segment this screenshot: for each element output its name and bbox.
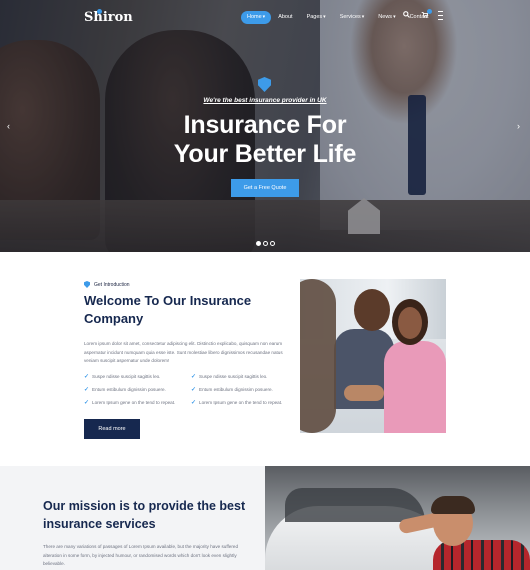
checklist-item: ✓ Entum estibulum dignissim posuere. <box>191 385 294 393</box>
check-icon: ✓ <box>191 386 197 393</box>
checklist-item: ✓ Lorem Ipsum gene on the tend to repeat. <box>191 398 294 406</box>
shield-icon <box>84 281 90 288</box>
mission-photo <box>265 466 530 570</box>
check-icon: ✓ <box>191 373 197 380</box>
slider-dot[interactable] <box>256 241 261 246</box>
section-eyebrow: Get Introduction <box>84 281 130 288</box>
checklist-text: Entum estibulum dignissim posuere. <box>199 386 273 392</box>
nav-label: Services <box>339 14 361 20</box>
photo-agent-back <box>300 279 336 433</box>
slider-dots <box>256 241 275 246</box>
checklist-text: Lorem Ipsum gene on the tend to repeat. <box>199 399 283 405</box>
cart-icon[interactable] <box>420 9 432 22</box>
photo-woman-face <box>398 307 422 339</box>
checklist-item: ✓ Suspe ndisse suscipit sagittis leo. <box>191 372 294 380</box>
get-quote-button[interactable]: Get a Free Quote <box>231 179 299 197</box>
check-icon: ✓ <box>84 399 90 406</box>
welcome-title: Welcome To Our Insurance Company <box>84 293 252 326</box>
checklist-text: Suspe ndisse suscipit sagittis leo. <box>92 373 161 379</box>
hero-title-line-2: Your Better Life <box>173 140 357 168</box>
photo-man-hair <box>431 496 475 514</box>
hero-title: Insurance For Your Better Life <box>0 111 530 169</box>
menu-icon[interactable] <box>438 11 447 22</box>
hero-tagline: We're the best insurance provider in UK <box>203 97 327 104</box>
check-icon: ✓ <box>84 373 90 380</box>
cart-badge <box>427 9 432 14</box>
slider-dot[interactable] <box>263 241 268 246</box>
menu-lines <box>438 11 443 20</box>
chevron-down-icon: ▾ <box>262 14 266 20</box>
nav-label: Home <box>247 14 262 20</box>
nav-label: News <box>378 14 393 20</box>
check-icon: ✓ <box>84 386 90 393</box>
nav-item-services[interactable]: Services ▾ <box>333 11 372 24</box>
mission-paragraph: There are many variations of passages of… <box>43 544 238 566</box>
chevron-down-icon: ▾ <box>323 14 326 20</box>
checklist-item: ✓ Suspe ndisse suscipit sagittis leo. <box>84 372 191 380</box>
mission-title: Our mission is to provide the best insur… <box>43 499 246 531</box>
photo-man-head <box>354 289 390 331</box>
checklist-item: ✓ Lorem Ipsum gene on the tend to repeat. <box>84 398 191 406</box>
nav-item-pages[interactable]: Pages ▾ <box>300 11 333 24</box>
photo-car-window <box>285 488 425 522</box>
nav-item-about[interactable]: About <box>271 11 299 24</box>
welcome-paragraph: Lorem ipsum dolor sit amet, consectetur … <box>84 341 283 363</box>
nav-label: About <box>278 14 293 20</box>
chevron-down-icon: ▾ <box>393 14 396 20</box>
hero-title-line-1: Insurance For <box>183 111 347 139</box>
feature-checklist: ✓ Suspe ndisse suscipit sagittis leo. ✓ Su… <box>84 372 294 406</box>
photo-woman-body <box>384 341 446 433</box>
logo-dot-icon <box>97 9 102 14</box>
slider-dot[interactable] <box>270 241 275 246</box>
eyebrow-label: Get Introduction <box>94 281 130 288</box>
checklist-text: Entum estibulum dignissim posuere. <box>92 386 166 392</box>
site-logo[interactable]: Shiron <box>84 10 133 25</box>
read-more-button[interactable]: Read more <box>84 419 140 439</box>
search-icon[interactable] <box>402 11 411 22</box>
checklist-item: ✓ Entum estibulum dignissim posuere. <box>84 385 191 393</box>
check-icon: ✓ <box>191 399 197 406</box>
checklist-text: Suspe ndisse suscipit sagittis leo. <box>199 373 268 379</box>
header-actions <box>402 9 447 22</box>
nav-item-news[interactable]: News ▾ <box>371 11 402 24</box>
nav-item-home[interactable]: Home ▾ <box>241 11 272 24</box>
chevron-down-icon: ▾ <box>361 14 365 20</box>
checklist-text: Lorem Ipsum gene on the tend to repeat. <box>92 399 176 405</box>
nav-label: Pages <box>306 14 323 20</box>
photo-handshake <box>344 385 384 401</box>
welcome-photo <box>300 279 446 433</box>
